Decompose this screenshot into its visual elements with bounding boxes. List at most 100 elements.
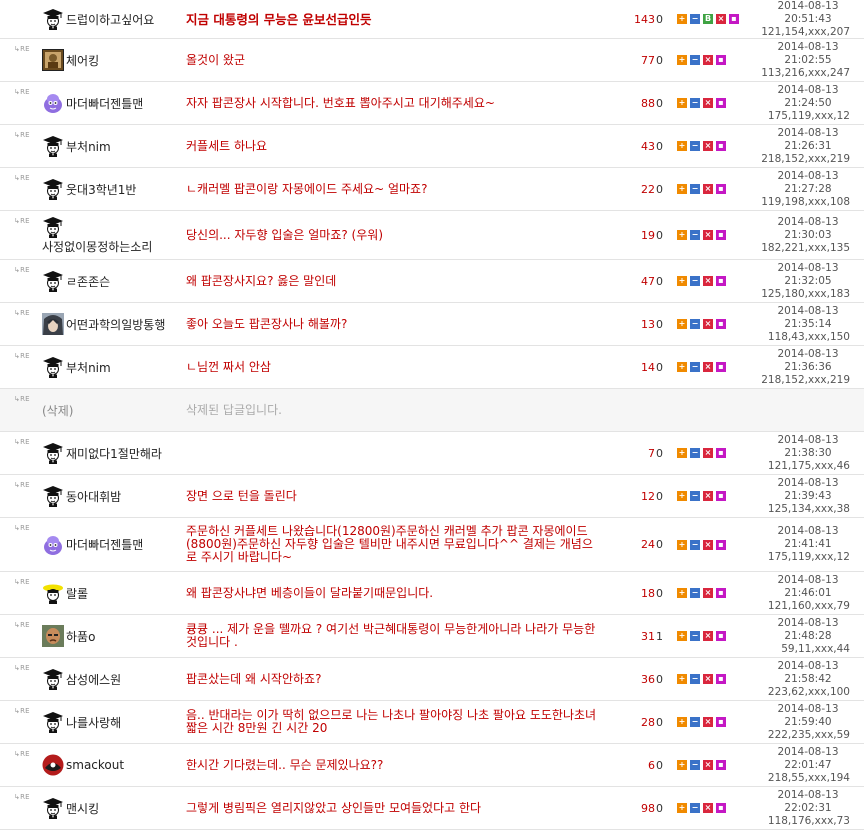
comment-author[interactable]: 재미없다1절만해라 [42, 432, 184, 474]
comment-author[interactable]: 드럽이하고싶어요 [42, 0, 184, 38]
save-button[interactable]: ▪ [716, 184, 726, 194]
report-button[interactable]: × [703, 319, 713, 329]
author-nickname[interactable]: 웃대3학년1반 [66, 181, 136, 198]
comment-author[interactable]: ㄹ존존슨 [42, 260, 184, 302]
comment-title-link[interactable]: ㄴ캐러멜 팝콘이랑 자몽에이드 주세요~ 얼마죠? [186, 168, 598, 210]
author-nickname[interactable]: 하품o [66, 628, 95, 645]
upvote-button[interactable]: + [677, 448, 687, 458]
b-button[interactable]: B [703, 14, 713, 24]
report-button[interactable]: × [703, 230, 713, 240]
author-nickname[interactable]: (삭제) [42, 402, 73, 419]
author-nickname[interactable]: 마더빠더젠틀맨 [66, 536, 143, 553]
author-nickname[interactable]: 부처nim [66, 138, 111, 155]
comment-author[interactable]: 맨시킹 [42, 787, 184, 829]
comment-title-link[interactable]: 팝콘샀는데 왜 시작안하죠? [186, 658, 598, 700]
comment-title-link[interactable]: 그렇게 병림픽은 열리지않았고 상인들만 모여들었다고 한다 [186, 787, 598, 829]
report-button[interactable]: × [703, 803, 713, 813]
save-button[interactable]: ▪ [716, 362, 726, 372]
upvote-button[interactable]: + [677, 14, 687, 24]
report-button[interactable]: × [703, 631, 713, 641]
upvote-button[interactable]: + [677, 319, 687, 329]
comment-title-link[interactable]: 자자 팝콘장사 시작합니다. 번호표 뽑아주시고 대기해주세요~ [186, 82, 598, 124]
upvote-button[interactable]: + [677, 276, 687, 286]
comment-author[interactable]: 마더빠더젠틀맨 [42, 82, 184, 124]
upvote-button[interactable]: + [677, 98, 687, 108]
author-nickname[interactable]: 랄롤 [66, 585, 88, 602]
report-button[interactable]: × [703, 448, 713, 458]
downvote-button[interactable]: − [690, 539, 700, 550]
downvote-button[interactable]: − [690, 230, 700, 240]
upvote-button[interactable]: + [677, 760, 687, 770]
comment-title-link[interactable]: 한시간 기다렸는데.. 무슨 문제있나요?? [186, 744, 598, 786]
comment-author[interactable]: (삭제) [42, 389, 184, 431]
comment-title-link[interactable]: 장면 으로 턴을 돌린다 [186, 475, 598, 517]
save-button[interactable]: ▪ [716, 55, 726, 65]
downvote-button[interactable]: − [690, 491, 700, 501]
upvote-button[interactable]: + [677, 588, 687, 598]
comment-author[interactable]: 부처nim [42, 125, 184, 167]
author-nickname[interactable]: 어떤과학의일방통행 [66, 316, 165, 333]
author-nickname[interactable]: 동아대휘밤 [66, 488, 121, 505]
comment-title-link[interactable]: 주문하신 커플세트 나왔습니다(12800원)주문하신 캐러멜 추가 팝콘 자몽… [186, 518, 598, 571]
save-button[interactable]: ▪ [716, 539, 726, 550]
save-button[interactable]: ▪ [716, 276, 726, 286]
upvote-button[interactable]: + [677, 184, 687, 194]
report-button[interactable]: × [703, 276, 713, 286]
comment-title-link[interactable]: 왜 팝콘장사냐면 베층이들이 달라붙기때문입니다. [186, 572, 598, 614]
upvote-button[interactable]: + [677, 539, 687, 550]
comment-title-link[interactable]: 올것이 왔군 [186, 39, 598, 81]
report-button[interactable]: × [703, 539, 713, 550]
downvote-button[interactable]: − [690, 55, 700, 65]
downvote-button[interactable]: − [690, 803, 700, 813]
save-button[interactable]: ▪ [716, 319, 726, 329]
comment-title-link[interactable]: 지금 대통령의 무능은 윤보선급인듯 [186, 0, 598, 38]
comment-title-link[interactable]: 당신의... 자두향 입술은 얼마죠? (우워) [186, 211, 598, 259]
save-button[interactable]: ▪ [716, 631, 726, 641]
downvote-button[interactable]: − [690, 98, 700, 108]
downvote-button[interactable]: − [690, 184, 700, 194]
save-button[interactable]: ▪ [716, 98, 726, 108]
report-button[interactable]: × [703, 141, 713, 151]
comment-author[interactable]: 부처nim [42, 346, 184, 388]
save-button[interactable]: ▪ [716, 448, 726, 458]
upvote-button[interactable]: + [677, 491, 687, 501]
author-nickname[interactable]: 삼성에스원 [66, 671, 121, 688]
author-nickname[interactable]: 드럽이하고싶어요 [66, 11, 154, 28]
downvote-button[interactable]: − [690, 448, 700, 458]
comment-author[interactable]: smackout [42, 744, 184, 786]
comment-title-link[interactable]: 커플세트 하나요 [186, 125, 598, 167]
report-button[interactable]: × [703, 362, 713, 372]
comment-author[interactable]: 체어킹 [42, 39, 184, 81]
comment-title-link[interactable]: 왜 팝콘장사지요? 옳은 말인데 [186, 260, 598, 302]
report-button[interactable]: × [703, 717, 713, 727]
upvote-button[interactable]: + [677, 674, 687, 684]
upvote-button[interactable]: + [677, 141, 687, 151]
comment-author[interactable]: 사정없이몽정하는소리 [42, 211, 184, 259]
author-nickname[interactable]: 맨시킹 [66, 800, 99, 817]
comment-author[interactable]: 웃대3학년1반 [42, 168, 184, 210]
author-nickname[interactable]: smackout [66, 758, 124, 772]
comment-title-link[interactable]: ㄴ님껀 짜서 안삼 [186, 346, 598, 388]
save-button[interactable]: ▪ [716, 230, 726, 240]
upvote-button[interactable]: + [677, 631, 687, 641]
report-button[interactable]: × [703, 760, 713, 770]
report-button[interactable]: × [703, 491, 713, 501]
save-button[interactable]: ▪ [716, 674, 726, 684]
author-nickname[interactable]: 사정없이몽정하는소리 [42, 238, 152, 255]
save-button[interactable]: ▪ [716, 760, 726, 770]
save-button[interactable]: ▪ [716, 588, 726, 598]
downvote-button[interactable]: − [690, 319, 700, 329]
report-button[interactable]: × [703, 98, 713, 108]
downvote-button[interactable]: − [690, 362, 700, 372]
downvote-button[interactable]: − [690, 141, 700, 151]
comment-title-link[interactable]: 좋아 오늘도 팝콘장사나 해볼까? [186, 303, 598, 345]
downvote-button[interactable]: − [690, 588, 700, 598]
author-nickname[interactable]: 재미없다1절만해라 [66, 445, 162, 462]
report-button[interactable]: × [703, 55, 713, 65]
downvote-button[interactable]: − [690, 14, 700, 24]
save-button[interactable]: ▪ [716, 141, 726, 151]
save-button[interactable]: ▪ [716, 717, 726, 727]
comment-author[interactable]: 마더빠더젠틀맨 [42, 518, 184, 571]
save-button[interactable]: ▪ [729, 14, 739, 24]
comment-title-link[interactable] [186, 432, 598, 474]
